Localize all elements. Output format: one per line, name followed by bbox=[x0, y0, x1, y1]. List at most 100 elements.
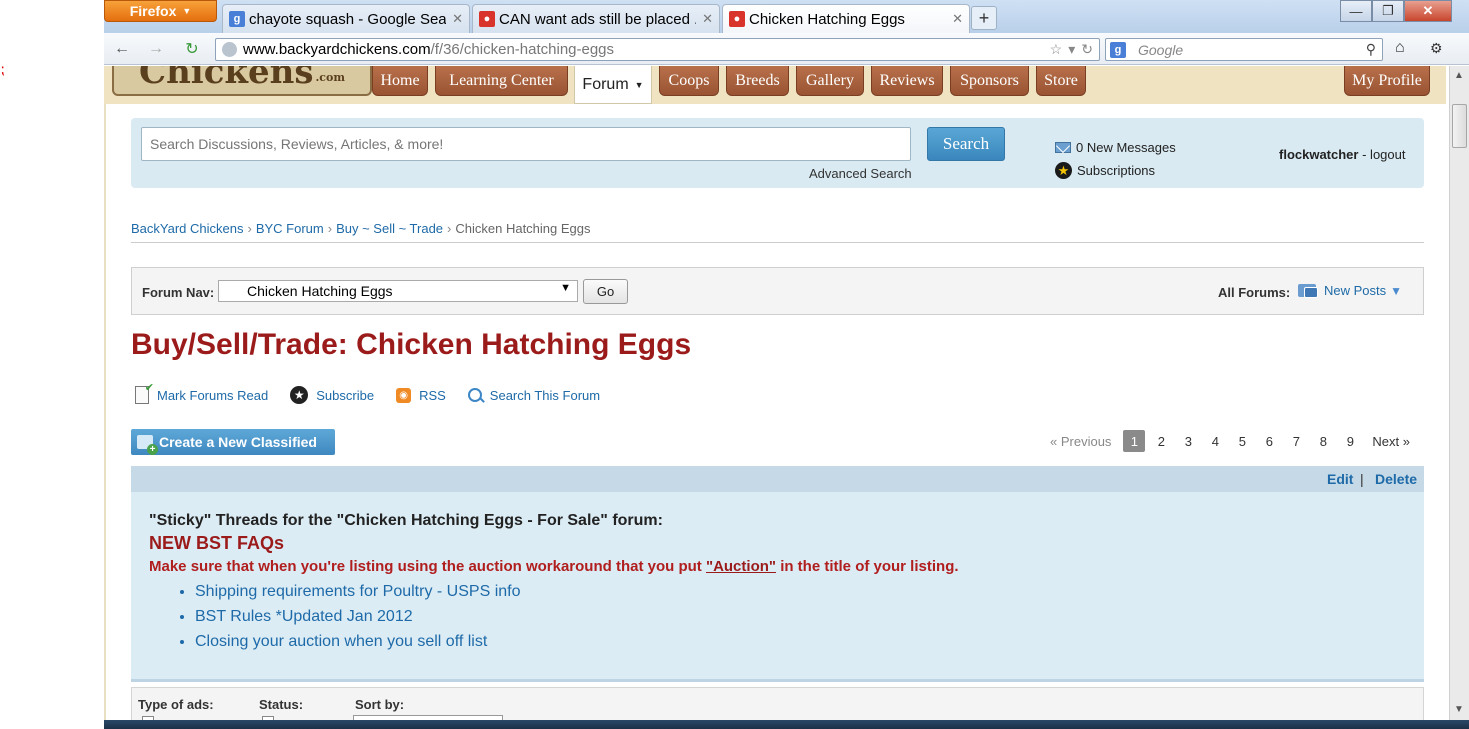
new-messages-label: 0 New Messages bbox=[1076, 140, 1176, 155]
search-icon[interactable]: ⚲ bbox=[1366, 41, 1376, 58]
forum-nav-bar: Forum Nav: Chicken Hatching Eggs ▼ Go Al… bbox=[131, 267, 1424, 315]
sticky-header: Edit | Delete bbox=[131, 466, 1424, 492]
site-search-input[interactable] bbox=[141, 127, 911, 161]
page-link-7[interactable]: 7 bbox=[1285, 430, 1307, 452]
new-messages-link[interactable]: 0 New Messages bbox=[1055, 140, 1176, 155]
minimize-button[interactable]: — bbox=[1340, 0, 1372, 22]
firefox-menu-label: Firefox bbox=[129, 3, 177, 19]
breadcrumb-home[interactable]: BackYard Chickens bbox=[131, 221, 243, 236]
browser-tab-3[interactable]: ● Chicken Hatching Eggs ✕ bbox=[722, 4, 970, 33]
breadcrumb-bst[interactable]: Buy ~ Sell ~ Trade bbox=[336, 221, 443, 236]
rss-link[interactable]: ◉ RSS bbox=[396, 387, 446, 403]
subscriptions-label: Subscriptions bbox=[1077, 163, 1156, 178]
separator: | bbox=[1360, 471, 1364, 487]
nav-label: My Profile bbox=[1352, 71, 1422, 89]
forum-nav-go-button[interactable]: Go bbox=[583, 279, 628, 304]
search-icon bbox=[467, 388, 482, 402]
nav-label: Store bbox=[1044, 71, 1078, 89]
advanced-search-link[interactable]: Advanced Search bbox=[809, 166, 912, 181]
filter-bar: Type of ads: Status: Sort by: bbox=[131, 687, 1424, 720]
create-classified-label: Create a New Classified bbox=[159, 434, 317, 450]
reload-icon[interactable]: ↻ bbox=[181, 40, 203, 58]
site-header: Chickens .com Home Learning Center Forum ▼… bbox=[104, 66, 1446, 104]
bookmark-star-icon[interactable]: ☆ bbox=[1050, 41, 1063, 58]
rss-icon: ◉ bbox=[396, 387, 412, 403]
next-page-link[interactable]: Next » bbox=[1372, 434, 1410, 449]
logout-link[interactable]: - logout bbox=[1362, 147, 1405, 162]
firefox-menu-button[interactable]: Firefox ▼ bbox=[104, 0, 217, 22]
sticky-link-shipping[interactable]: Shipping requirements for Poultry - USPS… bbox=[195, 582, 520, 607]
maximize-button[interactable]: ❐ bbox=[1372, 0, 1404, 22]
divider bbox=[131, 242, 1424, 243]
page-link-1[interactable]: 1 bbox=[1123, 430, 1146, 452]
tools-icon[interactable]: ⚙ bbox=[1430, 40, 1443, 57]
username-link[interactable]: flockwatcher bbox=[1279, 147, 1358, 162]
close-icon[interactable]: ✕ bbox=[702, 11, 713, 27]
nav-tab-store[interactable]: Store bbox=[1036, 66, 1086, 96]
url-bar[interactable]: www.backyardchickens.com/f/36/chicken-ha… bbox=[215, 38, 1100, 61]
scroll-up-icon[interactable]: ▲ bbox=[1454, 70, 1464, 81]
scroll-thumb[interactable] bbox=[1452, 104, 1467, 148]
close-window-button[interactable]: ✕ bbox=[1404, 0, 1452, 22]
previous-page-link[interactable]: « Previous bbox=[1050, 434, 1111, 449]
search-forum-label: Search This Forum bbox=[489, 387, 601, 403]
page-link-6[interactable]: 6 bbox=[1258, 430, 1280, 452]
nav-tab-gallery[interactable]: Gallery bbox=[796, 66, 864, 96]
page-link-5[interactable]: 5 bbox=[1231, 430, 1253, 452]
google-icon: g bbox=[1110, 41, 1126, 58]
user-info: flockwatcher - logout bbox=[1279, 147, 1405, 162]
breadcrumb-forum[interactable]: BYC Forum bbox=[256, 221, 324, 236]
bst-faq-heading: NEW BST FAQs bbox=[149, 533, 285, 553]
page-link-3[interactable]: 3 bbox=[1177, 430, 1199, 452]
subscribe-link[interactable]: ★ Subscribe bbox=[290, 386, 374, 404]
close-icon[interactable]: ✕ bbox=[952, 11, 963, 27]
delete-link[interactable]: Delete bbox=[1375, 471, 1417, 487]
new-tab-button[interactable]: + bbox=[971, 6, 997, 30]
subscriptions-link[interactable]: ★ Subscriptions bbox=[1055, 162, 1155, 179]
browser-tab-1[interactable]: g chayote squash - Google Sea... ✕ bbox=[222, 4, 470, 33]
breadcrumb-separator: › bbox=[247, 221, 252, 236]
search-this-forum-link[interactable]: Search This Forum bbox=[467, 387, 601, 403]
site-logo[interactable]: Chickens .com bbox=[112, 66, 372, 96]
refresh-icon[interactable]: ↻ bbox=[1081, 41, 1093, 58]
create-classified-button[interactable]: Create a New Classified bbox=[131, 429, 335, 455]
sticky-link-closing-auction[interactable]: Closing your auction when you sell off l… bbox=[195, 632, 520, 657]
nav-tab-home[interactable]: Home bbox=[372, 66, 428, 96]
nav-tab-learning-center[interactable]: Learning Center bbox=[435, 66, 568, 96]
page-link-4[interactable]: 4 bbox=[1204, 430, 1226, 452]
vertical-scrollbar[interactable]: ▲ ▼ bbox=[1449, 66, 1469, 720]
page-link-2[interactable]: 2 bbox=[1150, 430, 1172, 452]
dropdown-icon[interactable]: ▾ bbox=[1068, 41, 1075, 58]
close-icon[interactable]: ✕ bbox=[452, 11, 463, 27]
forum-nav-select[interactable]: Chicken Hatching Eggs ▼ bbox=[218, 280, 578, 302]
sticky-links-list: Shipping requirements for Poultry - USPS… bbox=[179, 582, 520, 657]
add-icon bbox=[137, 435, 158, 455]
page-link-8[interactable]: 8 bbox=[1312, 430, 1334, 452]
search-button-label: Search bbox=[942, 134, 990, 153]
scroll-down-icon[interactable]: ▼ bbox=[1454, 704, 1464, 715]
nav-tab-coops[interactable]: Coops bbox=[659, 66, 719, 96]
nav-tab-forum[interactable]: Forum ▼ bbox=[574, 66, 652, 104]
sticky-link-bst-rules[interactable]: BST Rules *Updated Jan 2012 bbox=[195, 607, 520, 632]
back-arrow-icon[interactable]: ← bbox=[111, 40, 133, 58]
nav-tab-breeds[interactable]: Breeds bbox=[726, 66, 789, 96]
tab-label: Chicken Hatching Eggs bbox=[749, 10, 905, 28]
mark-forums-read-link[interactable]: Mark Forums Read bbox=[135, 381, 268, 404]
nav-tab-sponsors[interactable]: Sponsors bbox=[950, 66, 1029, 96]
browser-search-box[interactable]: g Google ⚲ bbox=[1105, 38, 1383, 61]
site-search-button[interactable]: Search bbox=[927, 127, 1005, 161]
nav-label: Breeds bbox=[735, 71, 780, 89]
logo-suffix: .com bbox=[315, 71, 345, 84]
desktop-left-area: ⁏ bbox=[0, 0, 104, 729]
forward-arrow-icon[interactable]: → bbox=[145, 40, 167, 58]
byc-icon: ● bbox=[479, 11, 495, 27]
home-icon[interactable]: ⌂ bbox=[1395, 39, 1405, 57]
page-link-9[interactable]: 9 bbox=[1339, 430, 1361, 452]
new-posts-link[interactable]: New Posts ▼ bbox=[1298, 283, 1402, 298]
browser-tab-2[interactable]: ● CAN want ads still be placed ... ✕ bbox=[472, 4, 720, 33]
all-forums-label: All Forums: bbox=[1218, 285, 1291, 300]
nav-tab-my-profile[interactable]: My Profile bbox=[1344, 66, 1430, 96]
nav-tab-reviews[interactable]: Reviews bbox=[871, 66, 943, 96]
edit-link[interactable]: Edit bbox=[1327, 471, 1353, 487]
type-of-ads-label: Type of ads: bbox=[138, 697, 214, 712]
